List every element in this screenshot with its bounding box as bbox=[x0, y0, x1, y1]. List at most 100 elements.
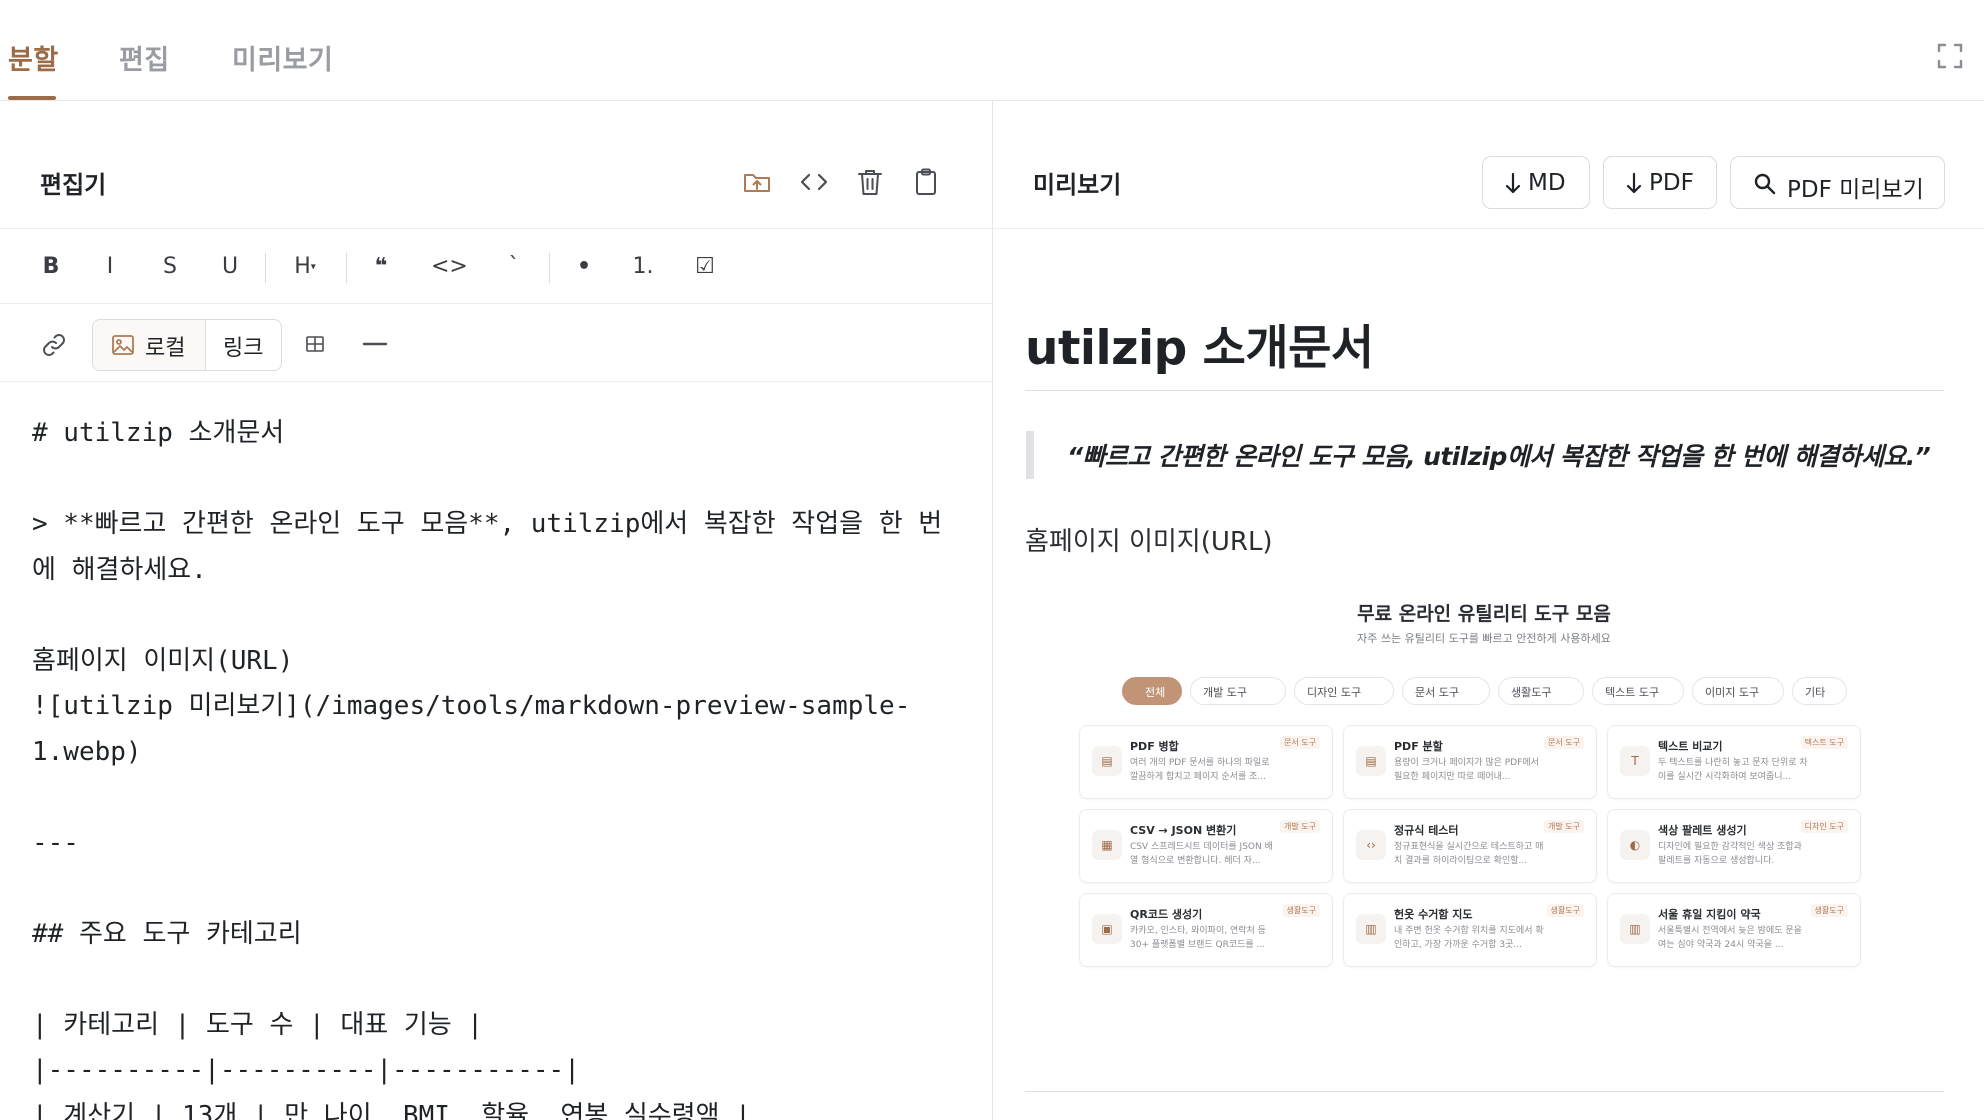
embed-subtitle: 자주 쓰는 유틸리티 도구를 빠르고 안전하게 사용하세요 bbox=[1357, 632, 1611, 645]
image-icon bbox=[112, 335, 134, 355]
pdf-preview-button[interactable]: PDF 미리보기 bbox=[1730, 156, 1945, 209]
numbered-list-button[interactable]: 1. bbox=[630, 229, 656, 304]
code-view-icon[interactable] bbox=[799, 167, 829, 197]
tab-edit[interactable]: 편집 bbox=[119, 38, 170, 77]
active-tab-indicator bbox=[8, 96, 56, 100]
preview-divider bbox=[1025, 1091, 1944, 1092]
tool-card-title: PDF 분할 bbox=[1394, 740, 1443, 753]
toolbar-divider bbox=[549, 253, 550, 283]
code-block-button[interactable]: <> bbox=[431, 229, 468, 304]
tool-card: T 텍스트 비교기 두 텍스트를 나란히 놓고 문자 단위로 차이를 실시간 시… bbox=[1607, 725, 1861, 799]
editor-header: 편집기 bbox=[0, 101, 992, 229]
tool-card-tag: 디자인 도구 bbox=[1800, 820, 1848, 833]
magnifier-icon bbox=[1754, 173, 1776, 195]
horizontal-rule-icon[interactable] bbox=[362, 336, 388, 352]
tool-card-title: 헌옷 수거함 지도 bbox=[1394, 908, 1473, 921]
category-chip: 문서 도구 bbox=[1402, 677, 1490, 705]
image-local-button[interactable]: 로컬 bbox=[93, 320, 206, 370]
category-chip: 기타 bbox=[1792, 677, 1847, 705]
tool-card-title: CSV → JSON 변환기 bbox=[1130, 824, 1237, 837]
heading-label: H bbox=[294, 254, 311, 279]
italic-button[interactable]: I bbox=[100, 229, 120, 304]
tool-card: ▥ 서울 휴일 지킴이 약국 서울특별시 전역에서 늦은 밤에도 문을 여는 심… bbox=[1607, 893, 1861, 967]
preview-image: 무료 온라인 유틸리티 도구 모음 자주 쓰는 유틸리티 도구를 빠르고 안전하… bbox=[1079, 599, 1889, 1019]
category-chip: 전체 bbox=[1122, 677, 1182, 705]
arrow-down-icon bbox=[1505, 172, 1521, 194]
tool-card: ▣ QR코드 생성기 카카오, 인스타, 와이파이, 연락처 등 30+ 플랫폼… bbox=[1079, 893, 1333, 967]
fullscreen-icon[interactable] bbox=[1936, 42, 1964, 70]
tool-card-desc: 용량이 크거나 페이지가 많은 PDF에서 필요한 페이지만 따로 떼어내... bbox=[1394, 758, 1539, 782]
qr-icon: ▣ bbox=[1092, 914, 1122, 944]
tab-preview[interactable]: 미리보기 bbox=[232, 38, 333, 77]
strikethrough-button[interactable]: S bbox=[158, 229, 182, 304]
document-icon: ▤ bbox=[1356, 746, 1386, 776]
palette-icon: ◐ bbox=[1620, 830, 1650, 860]
preview-paragraph: 홈페이지 이미지(URL) bbox=[1025, 527, 1273, 557]
tool-card-title: 색상 팔레트 생성기 bbox=[1658, 824, 1747, 837]
category-chip: 생활도구 bbox=[1498, 677, 1584, 705]
toolbar-divider bbox=[265, 253, 266, 283]
arrow-down-icon bbox=[1626, 172, 1642, 194]
link-icon[interactable] bbox=[40, 331, 68, 359]
download-md-label: MD bbox=[1528, 170, 1566, 196]
tool-card-tag: 생활도구 bbox=[1546, 904, 1584, 917]
underline-button[interactable]: U bbox=[218, 229, 242, 304]
preview-header: 미리보기 MD PDF PDF 미리보기 bbox=[993, 101, 1984, 229]
preview-blockquote: “빠르고 간편한 온라인 도구 모음, utilzip에서 복잡한 작업을 한 … bbox=[1067, 442, 1931, 471]
download-md-button[interactable]: MD bbox=[1482, 156, 1590, 209]
category-chip: 이미지 도구 bbox=[1692, 677, 1784, 705]
tool-card-tag: 개발 도구 bbox=[1544, 820, 1584, 833]
tool-card-title: QR코드 생성기 bbox=[1130, 908, 1203, 921]
upload-file-icon[interactable] bbox=[742, 167, 772, 197]
text-icon: T bbox=[1620, 746, 1650, 776]
preview-title: 미리보기 bbox=[1033, 171, 1122, 199]
table-icon[interactable] bbox=[305, 334, 325, 354]
tool-card-title: 정규식 테스터 bbox=[1394, 824, 1459, 837]
download-pdf-label: PDF bbox=[1649, 170, 1694, 196]
tool-card-tag: 생활도구 bbox=[1810, 904, 1848, 917]
checklist-button[interactable]: ☑ bbox=[692, 229, 718, 304]
tool-card: ▤ PDF 분할 용량이 크거나 페이지가 많은 PDF에서 필요한 페이지만 … bbox=[1343, 725, 1597, 799]
category-chip: 디자인 도구 bbox=[1294, 677, 1394, 705]
tool-card-title: 텍스트 비교기 bbox=[1658, 740, 1723, 753]
clipboard-icon[interactable] bbox=[911, 167, 941, 197]
tool-card-desc: 내 주변 헌옷 수거함 위치를 지도에서 확인하고, 가장 가까운 수거함 3곳… bbox=[1394, 926, 1544, 950]
tool-card: ‹› 정규식 테스터 정규표현식을 실시간으로 테스트하고 매치 결과를 하이라… bbox=[1343, 809, 1597, 883]
tool-card-title: PDF 병합 bbox=[1130, 740, 1179, 753]
bullet-list-button[interactable]: • bbox=[575, 229, 593, 304]
map-icon: ▥ bbox=[1356, 914, 1386, 944]
view-mode-tabbar: 분할 편집 미리보기 bbox=[0, 0, 1984, 101]
tool-card-desc: 두 텍스트를 나란히 놓고 문자 단위로 차이를 실시간 시각화하여 보여줍니.… bbox=[1658, 758, 1808, 782]
toolbar-divider bbox=[346, 253, 347, 283]
tool-card-desc: 카카오, 인스타, 와이파이, 연락처 등 30+ 플랫폼별 브랜드 QR코드를… bbox=[1130, 926, 1266, 950]
tool-card-desc: 정규표현식을 실시간으로 테스트하고 매치 결과를 하이라이팅으로 확인할... bbox=[1394, 842, 1544, 866]
bold-button[interactable]: B bbox=[38, 229, 64, 304]
image-link-label: 링크 bbox=[223, 336, 264, 361]
category-chip: 텍스트 도구 bbox=[1592, 677, 1684, 705]
image-link-button[interactable]: 링크 bbox=[207, 320, 282, 370]
tool-card: ◐ 색상 팔레트 생성기 디자인에 필요한 감각적인 색상 조합과 팔레트를 자… bbox=[1607, 809, 1861, 883]
blockquote-button[interactable]: ❝ bbox=[366, 229, 396, 304]
format-toolbar: B I S U H▾ ❝ <> ` • 1. ☑ bbox=[0, 229, 992, 304]
map-icon: ▥ bbox=[1620, 914, 1650, 944]
tool-card: ▥ 헌옷 수거함 지도 내 주변 헌옷 수거함 위치를 지도에서 확인하고, 가… bbox=[1343, 893, 1597, 967]
tool-card-title: 서울 휴일 지킴이 약국 bbox=[1658, 908, 1761, 921]
tab-split[interactable]: 분할 bbox=[8, 38, 59, 77]
insert-toolbar: 로컬 링크 bbox=[0, 304, 992, 382]
embed-title: 무료 온라인 유틸리티 도구 모음 bbox=[1357, 603, 1611, 625]
heading-dropdown[interactable]: H▾ bbox=[287, 229, 323, 304]
download-pdf-button[interactable]: PDF bbox=[1603, 156, 1717, 209]
pdf-preview-label: PDF 미리보기 bbox=[1787, 177, 1924, 203]
code-icon: ‹› bbox=[1356, 830, 1386, 860]
tool-card: ▦ CSV → JSON 변환기 CSV 스프레드시트 데이터를 JSON 배열… bbox=[1079, 809, 1333, 883]
inline-code-button[interactable]: ` bbox=[505, 229, 523, 304]
blockquote-bar bbox=[1026, 431, 1034, 479]
tool-card-desc: 디자인에 필요한 감각적인 색상 조합과 팔레트를 자동으로 생성합니다. bbox=[1658, 842, 1802, 866]
editor-pane: 편집기 B I S U H▾ ❝ <> ` • 1. ☑ 로컬 링크 # uti… bbox=[0, 101, 993, 1120]
markdown-editor-textarea[interactable]: # utilzip 소개문서 > **빠르고 간편한 온라인 도구 모음**, … bbox=[32, 411, 952, 1120]
tool-card-tag: 개발 도구 bbox=[1280, 820, 1320, 833]
preview-pane: 미리보기 MD PDF PDF 미리보기 utilzip 소개문서 “빠르고 간… bbox=[993, 101, 1984, 1120]
heading-divider bbox=[1025, 390, 1944, 391]
image-local-label: 로컬 bbox=[145, 336, 186, 361]
trash-icon[interactable] bbox=[855, 167, 885, 197]
